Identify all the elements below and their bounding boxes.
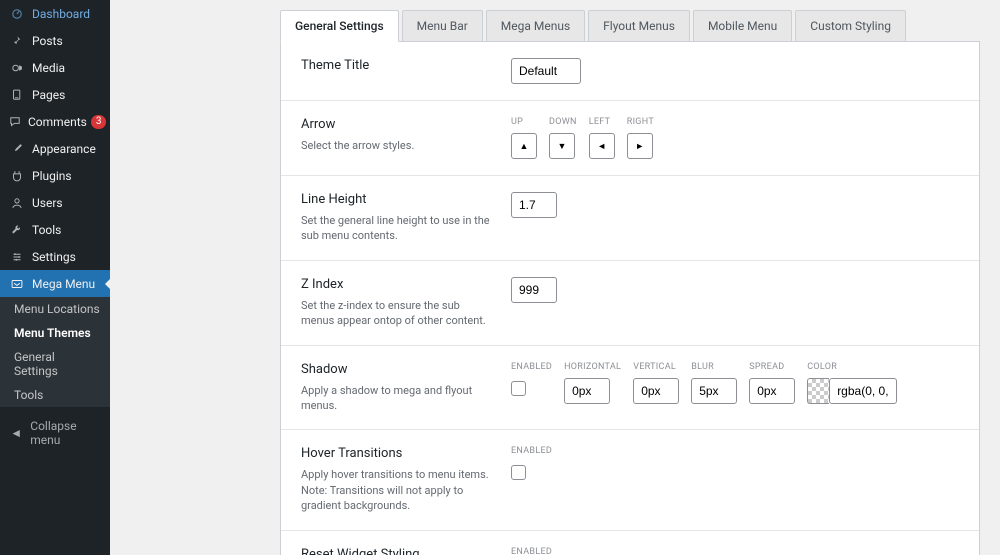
submenu-item-themes[interactable]: Menu Themes [0, 321, 110, 345]
sidebar-item-megamenu[interactable]: Mega Menu [0, 270, 110, 297]
tab-styling[interactable]: Custom Styling [795, 10, 906, 42]
collapse-label: Collapse menu [30, 419, 102, 447]
row-line-height: Line Height Set the general line height t… [281, 176, 979, 261]
line-height-input[interactable] [511, 192, 557, 218]
shadow-spread-input[interactable] [749, 378, 795, 404]
shadow-h-label: HORIZONTAL [564, 362, 621, 372]
comment-icon [8, 114, 22, 129]
shadow-enabled-checkbox[interactable] [511, 381, 526, 396]
sidebar-item-label: Media [32, 61, 65, 75]
shadow-v-input[interactable] [633, 378, 679, 404]
sidebar-item-label: Plugins [32, 169, 72, 183]
megamenu-icon [8, 276, 26, 291]
tab-general[interactable]: General Settings [280, 10, 399, 42]
arrow-right-label: RIGHT [627, 117, 654, 127]
user-icon [8, 195, 26, 210]
page-icon [8, 87, 26, 102]
row-z-index: Z Index Set the z-index to ensure the sub… [281, 261, 979, 346]
row-reset: Reset Widget StylingCaution: Reset the s… [281, 531, 979, 555]
arrow-right-button[interactable]: ► [627, 133, 653, 159]
plugin-icon [8, 168, 26, 183]
arrow-down-button[interactable]: ▼ [549, 133, 575, 159]
tab-menubar[interactable]: Menu Bar [402, 10, 483, 42]
sidebar-menu: Dashboard Posts Media Pages Comments 3 Ap… [0, 0, 110, 297]
submenu-item-tools[interactable]: Tools [0, 383, 110, 407]
arrow-left-label: LEFT [589, 117, 615, 127]
row-hover: Hover Transitions Apply hover transitions… [281, 430, 979, 530]
sidebar-item-tools[interactable]: Tools [0, 216, 110, 243]
hover-enabled-label: ENABLED [511, 446, 552, 456]
field-title: Line Height [301, 192, 495, 207]
shadow-color-input[interactable] [829, 378, 897, 404]
admin-sidebar: Dashboard Posts Media Pages Comments 3 Ap… [0, 0, 110, 555]
field-desc: Set the z-index to ensure the sub menus … [301, 298, 495, 329]
sidebar-item-label: Tools [32, 223, 61, 237]
sidebar-item-settings[interactable]: Settings [0, 243, 110, 270]
comments-badge: 3 [91, 115, 107, 129]
field-title: Z Index [301, 277, 495, 292]
tab-megamenus[interactable]: Mega Menus [486, 10, 585, 42]
arrow-up-button[interactable]: ▲ [511, 133, 537, 159]
reset-enabled-label: ENABLED [511, 547, 552, 555]
sidebar-item-appearance[interactable]: Appearance [0, 135, 110, 162]
arrow-up-label: UP [511, 117, 537, 127]
settings-icon [8, 249, 26, 264]
sidebar-item-label: Settings [32, 250, 76, 264]
sidebar-item-label: Dashboard [32, 7, 90, 21]
collapse-menu[interactable]: ◄ Collapse menu [0, 411, 110, 455]
field-title: Hover Transitions [301, 446, 495, 461]
field-title: Reset Widget Styling [301, 547, 495, 555]
media-icon [8, 60, 26, 75]
sidebar-submenu: Menu Locations Menu Themes General Setti… [0, 297, 110, 407]
field-desc: Select the arrow styles. [301, 138, 495, 153]
sidebar-item-users[interactable]: Users [0, 189, 110, 216]
sidebar-item-label: Mega Menu [32, 277, 95, 291]
content-area: General Settings Menu Bar Mega Menus Fly… [110, 0, 1000, 555]
sidebar-item-label: Users [32, 196, 63, 210]
sidebar-item-comments[interactable]: Comments 3 [0, 108, 110, 135]
sidebar-item-label: Posts [32, 34, 63, 48]
color-swatch[interactable] [807, 378, 829, 404]
sidebar-item-label: Pages [32, 88, 65, 102]
sidebar-item-pages[interactable]: Pages [0, 81, 110, 108]
collapse-icon: ◄ [8, 426, 24, 440]
shadow-v-label: VERTICAL [633, 362, 679, 372]
brush-icon [8, 141, 26, 156]
wrench-icon [8, 222, 26, 237]
sidebar-item-plugins[interactable]: Plugins [0, 162, 110, 189]
field-desc: Set the general line height to use in th… [301, 213, 495, 244]
field-desc: Apply a shadow to mega and flyout menus. [301, 383, 495, 414]
hover-enabled-checkbox[interactable] [511, 465, 526, 480]
tab-mobile[interactable]: Mobile Menu [693, 10, 792, 42]
field-title: Shadow [301, 362, 495, 377]
shadow-enabled-label: ENABLED [511, 362, 552, 372]
arrow-down-label: DOWN [549, 117, 577, 127]
dashboard-icon [8, 6, 26, 21]
sidebar-item-dashboard[interactable]: Dashboard [0, 0, 110, 27]
shadow-color-label: COLOR [807, 362, 897, 372]
shadow-spread-label: SPREAD [749, 362, 795, 372]
theme-title-input[interactable] [511, 58, 581, 84]
row-theme-title: Theme Title [281, 42, 979, 101]
z-index-input[interactable] [511, 277, 557, 303]
shadow-blur-label: BLUR [691, 362, 737, 372]
row-arrow: ArrowSelect the arrow styles. UP▲ DOWN▼ … [281, 101, 979, 176]
sidebar-item-media[interactable]: Media [0, 54, 110, 81]
shadow-h-input[interactable] [564, 378, 610, 404]
sidebar-item-label: Appearance [32, 142, 96, 156]
settings-panel: Theme Title Arrow Select the arrow styles… [280, 42, 980, 555]
pin-icon [8, 33, 26, 48]
sidebar-item-label: Comments [28, 115, 87, 129]
field-title: Arrow [301, 117, 495, 132]
field-title: Theme Title [301, 58, 495, 73]
arrow-left-button[interactable]: ◄ [589, 133, 615, 159]
tab-flyout[interactable]: Flyout Menus [588, 10, 690, 42]
settings-tabs: General Settings Menu Bar Mega Menus Fly… [280, 10, 980, 42]
submenu-item-locations[interactable]: Menu Locations [0, 297, 110, 321]
row-shadow: Shadow Apply a shadow to mega and flyout … [281, 346, 979, 431]
field-desc: Apply hover transitions to menu items. N… [301, 467, 495, 513]
sidebar-item-posts[interactable]: Posts [0, 27, 110, 54]
shadow-blur-input[interactable] [691, 378, 737, 404]
submenu-item-general[interactable]: General Settings [0, 345, 110, 383]
